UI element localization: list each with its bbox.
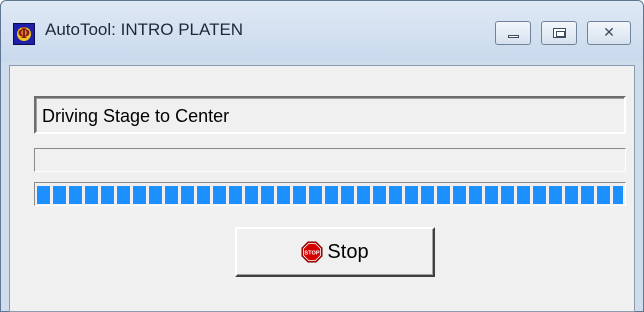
status-message: Driving Stage to Center — [42, 106, 230, 126]
stop-sign-icon: STOP — [301, 241, 323, 263]
stop-button-label: Stop — [327, 240, 369, 263]
close-button[interactable]: ✕ — [587, 21, 631, 45]
secondary-status-box — [34, 148, 626, 172]
phi-icon[interactable]: Φ — [13, 23, 35, 45]
status-message-box: Driving Stage to Center — [34, 96, 626, 134]
app-icon-glyph: Φ — [17, 26, 31, 42]
minimize-icon — [508, 35, 519, 38]
progress-bar — [34, 182, 626, 206]
stop-sign-text: STOP — [305, 250, 320, 256]
window-title: AutoTool: INTRO PLATEN — [45, 20, 244, 39]
dialog-body: Driving Stage to Center STOP Stop — [9, 65, 635, 312]
title-bar[interactable]: Φ AutoTool: INTRO PLATEN ✕ — [1, 1, 643, 61]
autotool-window: Φ AutoTool: INTRO PLATEN ✕ Driving Stage… — [0, 0, 644, 312]
stop-button[interactable]: STOP Stop — [235, 227, 435, 277]
maximize-button[interactable] — [541, 21, 577, 45]
close-icon: ✕ — [603, 25, 615, 41]
stop-button-content: STOP Stop — [237, 229, 433, 275]
progress-bar-fill — [37, 186, 623, 204]
minimize-button[interactable] — [495, 21, 531, 45]
maximize-icon — [553, 28, 566, 38]
